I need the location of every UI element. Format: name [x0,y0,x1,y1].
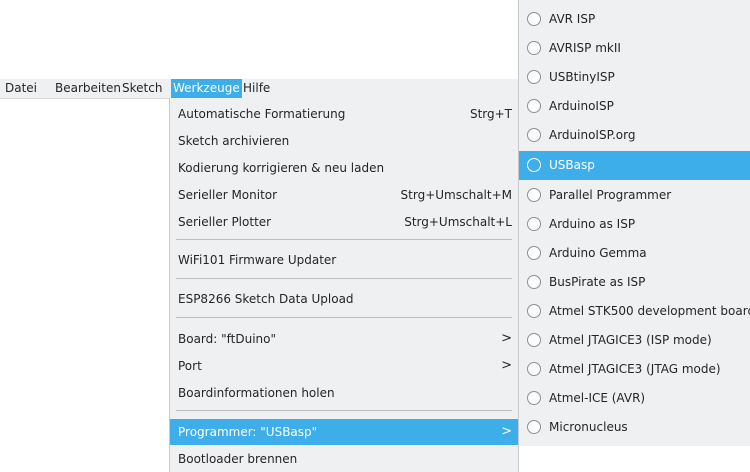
programmer-option-jtagice3-jtag[interactable]: Atmel JTAGICE3 (JTAG mode) [519,355,750,384]
menu-item-label: Kodierung korrigieren & neu laden [178,161,385,175]
radio-icon [527,217,541,231]
radio-icon [527,275,541,289]
programmer-option-label: Micronucleus [549,420,628,434]
menu-item-serial-monitor[interactable]: Serieller Monitor Strg+Umschalt+M [170,182,518,208]
shortcut-label: Strg+Umschalt+M [400,188,512,202]
menu-item-esp8266-upload[interactable]: ESP8266 Sketch Data Upload [170,286,518,312]
menu-item-archive-sketch[interactable]: Sketch archivieren [170,128,518,154]
menu-item-label: Bootloader brennen [178,452,298,466]
programmer-option-label: ArduinoISP [549,99,614,113]
programmer-option-label: Arduino as ISP [549,217,636,231]
programmer-option-arduinoisp-org[interactable]: ArduinoISP.org [519,121,750,150]
radio-icon [527,304,541,318]
shortcut-label: Strg+T [469,107,512,121]
chevron-right-icon: > [501,331,512,346]
programmer-option-avrisp-mkii[interactable]: AVRISP mkII [519,34,750,63]
menu-item-label: Sketch archivieren [178,134,290,148]
menubar: Datei Bearbeiten Sketch Werkzeuge Hilfe [0,79,520,99]
shortcut-label: Strg+Umschalt+L [404,215,512,229]
menu-item-label: Serieller Monitor [178,188,278,202]
menu-item-wifi101-updater[interactable]: WiFi101 Firmware Updater [170,247,518,273]
menu-item-auto-format[interactable]: Automatische Formatierung Strg+T [170,101,518,127]
programmer-option-label: Arduino Gemma [549,246,647,260]
radio-icon [527,158,541,172]
programmer-option-label: Atmel-ICE (AVR) [549,391,646,405]
menu-bearbeiten[interactable]: Bearbeiten [53,79,123,98]
menu-item-label: Board: "ftDuino" [178,332,277,346]
radio-icon [527,41,541,55]
programmer-option-arduinoisp[interactable]: ArduinoISP [519,92,750,121]
programmer-option-label: AVR ISP [549,12,596,26]
radio-icon [527,12,541,26]
menu-item-serial-plotter[interactable]: Serieller Plotter Strg+Umschalt+L [170,209,518,235]
programmer-submenu: AVR ISP AVRISP mkII USBtinyISP ArduinoIS… [518,0,750,446]
radio-icon [527,188,541,202]
programmer-option-label: USBasp [549,158,595,172]
programmer-option-parallel[interactable]: Parallel Programmer [519,181,750,210]
programmer-option-buspirate[interactable]: BusPirate as ISP [519,268,750,297]
menu-item-label: ESP8266 Sketch Data Upload [178,292,354,306]
programmer-option-avr-isp[interactable]: AVR ISP [519,5,750,34]
menu-separator [176,239,512,240]
radio-icon [527,420,541,434]
menu-item-label: Boardinformationen holen [178,386,335,400]
menu-item-burn-bootloader[interactable]: Bootloader brennen [170,446,518,472]
radio-icon [527,70,541,84]
programmer-option-atmel-ice[interactable]: Atmel-ICE (AVR) [519,384,750,413]
menu-separator [176,278,512,279]
programmer-option-label: AVRISP mkII [549,41,621,55]
programmer-option-usbtinyisp[interactable]: USBtinyISP [519,63,750,92]
menu-item-label: Port [178,359,202,373]
radio-icon [527,391,541,405]
menu-item-label: Programmer: "USBasp" [178,425,318,439]
menu-separator [176,317,512,318]
programmer-option-label: Atmel JTAGICE3 (JTAG mode) [549,362,721,376]
programmer-option-label: Atmel JTAGICE3 (ISP mode) [549,333,712,347]
radio-icon [527,99,541,113]
tools-menu: Automatische Formatierung Strg+T Sketch … [169,98,519,472]
programmer-option-label: Atmel STK500 development board [549,304,750,318]
radio-icon [527,362,541,376]
radio-icon [527,246,541,260]
radio-icon [527,333,541,347]
programmer-option-label: BusPirate as ISP [549,275,646,289]
programmer-option-label: USBtinyISP [549,70,615,84]
menu-item-programmer[interactable]: Programmer: "USBasp" > [170,419,518,445]
programmer-option-jtagice3-isp[interactable]: Atmel JTAGICE3 (ISP mode) [519,326,750,355]
chevron-right-icon: > [501,358,512,373]
programmer-option-usbasp[interactable]: USBasp [519,151,750,180]
programmer-option-arduino-gemma[interactable]: Arduino Gemma [519,239,750,268]
menu-item-label: Serieller Plotter [178,215,272,229]
menu-sketch[interactable]: Sketch [120,79,164,98]
programmer-option-micronucleus[interactable]: Micronucleus [519,413,750,442]
radio-icon [527,128,541,142]
menu-item-board[interactable]: Board: "ftDuino" > [170,326,518,352]
menu-datei[interactable]: Datei [3,79,39,98]
chevron-right-icon: > [501,424,512,439]
programmer-option-arduino-as-isp[interactable]: Arduino as ISP [519,210,750,239]
programmer-option-label: Parallel Programmer [549,188,672,202]
menu-item-fix-encoding[interactable]: Kodierung korrigieren & neu laden [170,155,518,181]
menu-hilfe[interactable]: Hilfe [241,79,272,98]
menu-separator [176,410,512,411]
menu-item-label: Automatische Formatierung [178,107,346,121]
menu-werkzeuge[interactable]: Werkzeuge [171,79,242,98]
programmer-option-stk500[interactable]: Atmel STK500 development board [519,297,750,326]
menu-item-port[interactable]: Port > [170,353,518,379]
menu-item-label: WiFi101 Firmware Updater [178,253,337,267]
programmer-option-label: ArduinoISP.org [549,128,636,142]
menu-item-board-info[interactable]: Boardinformationen holen [170,380,518,406]
